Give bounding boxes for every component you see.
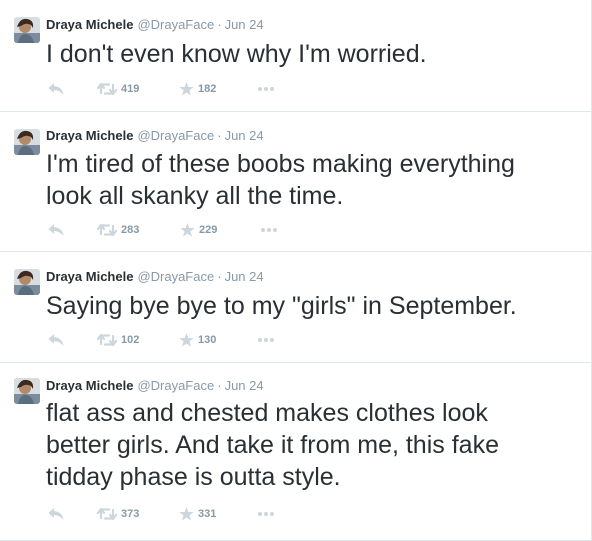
reply-icon [48, 507, 64, 521]
tweet-actions: 373 331 [46, 506, 346, 522]
more-icon [260, 227, 278, 233]
separator: · [217, 269, 222, 284]
username[interactable]: @DrayaFace [137, 378, 214, 393]
tweet-text: flat ass and chested makes clothes look … [46, 399, 499, 491]
reply-button[interactable] [48, 222, 64, 238]
tweet-text: Saying bye bye to my "girls" in Septembe… [46, 292, 517, 320]
retweet-button[interactable]: 373 [97, 506, 139, 522]
retweet-button[interactable]: 419 [97, 81, 139, 97]
retweet-icon [97, 333, 117, 347]
reply-icon [48, 333, 64, 347]
favorite-count: 331 [198, 508, 217, 520]
separator: · [217, 378, 222, 393]
favorite-count: 182 [198, 83, 217, 95]
retweet-count: 283 [121, 224, 140, 236]
more-icon [257, 511, 275, 517]
more-button[interactable] [260, 222, 278, 238]
more-button[interactable] [257, 506, 275, 522]
retweet-button[interactable]: 102 [97, 332, 139, 348]
favorite-count: 130 [198, 334, 217, 346]
more-icon [257, 337, 275, 343]
retweet-count: 373 [121, 508, 140, 520]
tweet-header: Draya Michele @DrayaFace · Jun 24 [46, 269, 264, 285]
tweet-actions: 102 130 [46, 332, 346, 348]
tweet[interactable]: Draya Michele @DrayaFace · Jun 24 Saying by… [0, 252, 591, 363]
favorite-button[interactable]: 229 [180, 222, 217, 238]
username[interactable]: @DrayaFace [137, 128, 214, 143]
fullname[interactable]: Draya Michele [46, 378, 133, 393]
avatar[interactable] [14, 269, 40, 295]
tweet-header: Draya Michele @DrayaFace · Jun 24 [46, 17, 264, 33]
more-button[interactable] [257, 332, 275, 348]
favorite-button[interactable]: 331 [179, 506, 216, 522]
retweet-count: 419 [121, 83, 140, 95]
separator: · [217, 17, 222, 32]
username[interactable]: @DrayaFace [137, 17, 214, 32]
tweet-actions: 419 182 [46, 81, 346, 97]
retweet-button[interactable]: 283 [97, 222, 139, 238]
timestamp[interactable]: Jun 24 [225, 378, 264, 393]
tweet-header: Draya Michele @DrayaFace · Jun 24 [46, 128, 264, 144]
favorite-button[interactable]: 130 [179, 332, 216, 348]
tweet-timeline: Draya Michele @DrayaFace · Jun 24 I don't e… [0, 0, 592, 541]
tweet[interactable]: Draya Michele @DrayaFace · Jun 24 I don't e… [0, 0, 591, 112]
avatar[interactable] [14, 378, 40, 404]
tweet-text: I'm tired of these boobs making everythi… [46, 150, 515, 210]
reply-icon [48, 223, 64, 237]
retweet-icon [97, 507, 117, 521]
tweet[interactable]: Draya Michele @DrayaFace · Jun 24 flat ass … [0, 363, 591, 541]
tweet-header: Draya Michele @DrayaFace · Jun 24 [46, 378, 264, 394]
timestamp[interactable]: Jun 24 [225, 17, 264, 32]
more-button[interactable] [257, 81, 275, 97]
star-icon [179, 82, 194, 96]
favorite-button[interactable]: 182 [179, 81, 216, 97]
reply-icon [48, 82, 64, 96]
favorite-count: 229 [199, 224, 218, 236]
avatar[interactable] [14, 17, 40, 43]
tweet[interactable]: Draya Michele @DrayaFace · Jun 24 I'm tired… [0, 112, 591, 252]
star-icon [179, 333, 194, 347]
reply-button[interactable] [48, 506, 64, 522]
username[interactable]: @DrayaFace [137, 269, 214, 284]
fullname[interactable]: Draya Michele [46, 269, 133, 284]
more-icon [257, 86, 275, 92]
retweet-count: 102 [121, 334, 140, 346]
star-icon [179, 507, 194, 521]
separator: · [217, 128, 222, 143]
timestamp[interactable]: Jun 24 [225, 128, 264, 143]
tweet-text: I don't even know why I'm worried. [46, 40, 427, 68]
reply-button[interactable] [48, 81, 64, 97]
reply-button[interactable] [48, 332, 64, 348]
star-icon [180, 223, 195, 237]
fullname[interactable]: Draya Michele [46, 17, 133, 32]
fullname[interactable]: Draya Michele [46, 128, 133, 143]
tweet-actions: 283 229 [46, 222, 346, 238]
avatar[interactable] [14, 129, 40, 155]
retweet-icon [97, 223, 117, 237]
retweet-icon [97, 82, 117, 96]
timestamp[interactable]: Jun 24 [225, 269, 264, 284]
